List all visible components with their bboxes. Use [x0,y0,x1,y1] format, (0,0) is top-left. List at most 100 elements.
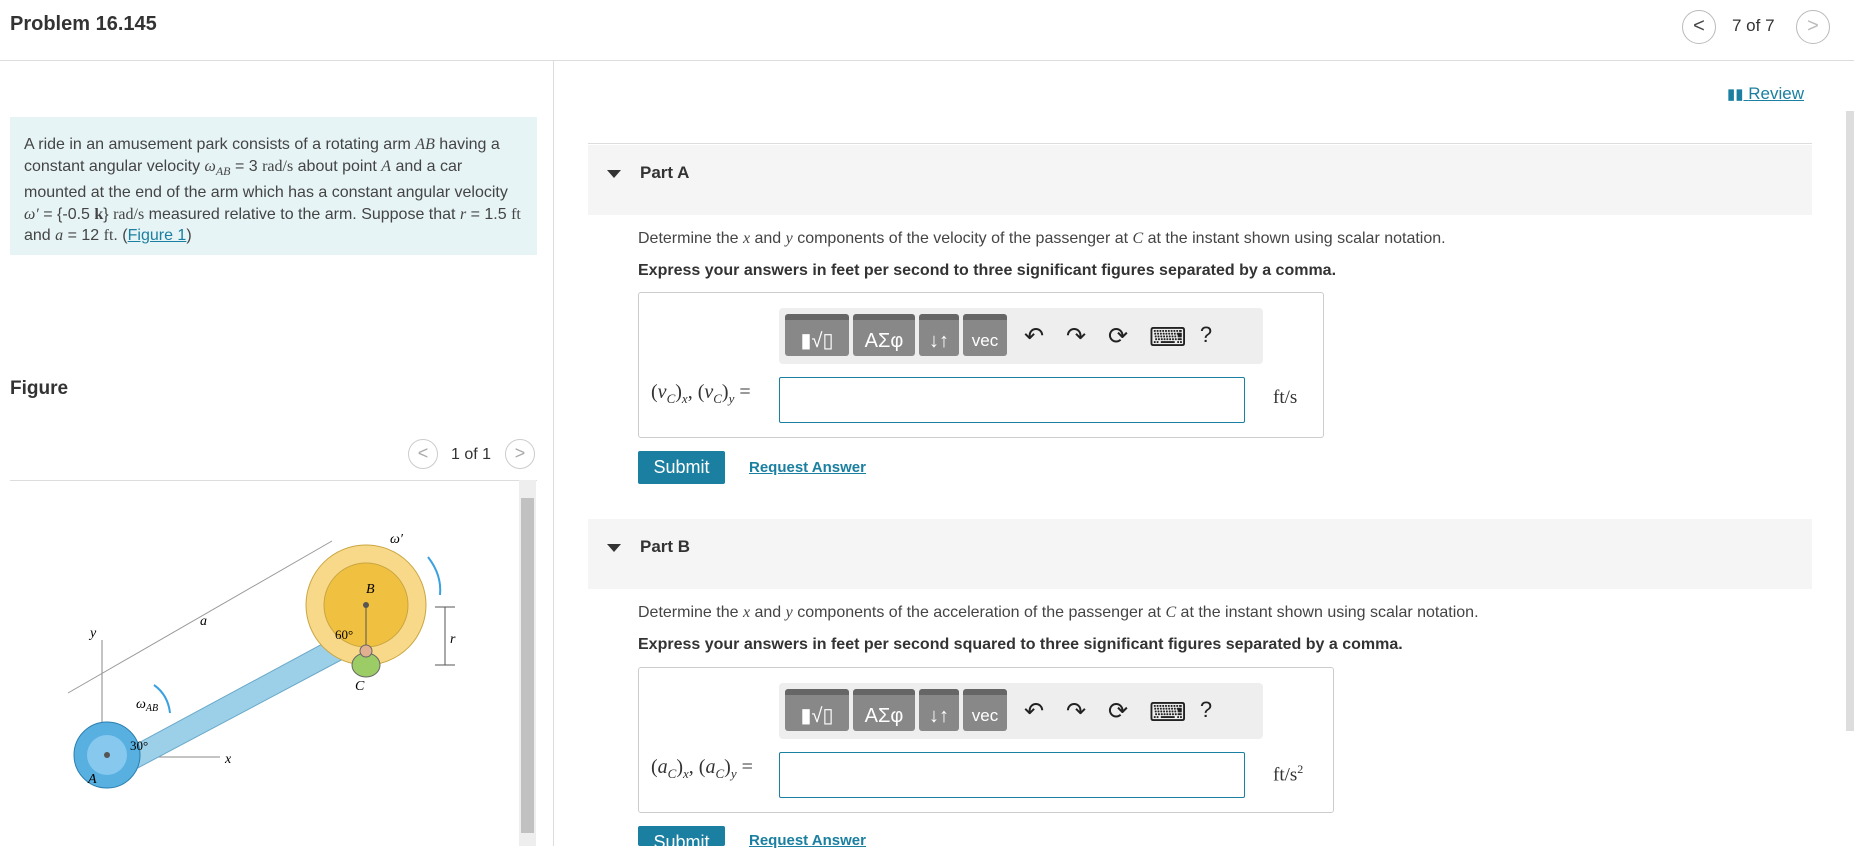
part-b-eq: = [736,756,753,778]
problem-text: = 3 [230,157,263,175]
part-b-var-c: C [1165,604,1177,621]
part-b-answer-label: (aC)x, (aC)y = [651,756,753,781]
math-toolbar: ▮√▯ ΑΣφ ↓↑ vec ↶ ↷ ⟳ ⌨ ? [779,683,1263,739]
problem-text: . ( [113,227,128,245]
unit-ft: ft [511,205,521,223]
part-b-title: Part B [640,537,691,556]
part-b-answer-input[interactable] [779,752,1245,798]
figure-divider [10,480,537,481]
var-a-point: A [381,157,392,175]
part-a-v: v [657,381,667,403]
label-omega-ab-symbol: ω [136,697,146,712]
undo-icon[interactable]: ↶ [1019,697,1049,726]
label-point-c: C [355,679,365,694]
var-a: a [55,227,64,245]
part-b-sub: C [667,766,677,781]
unit-vector-k: k [94,205,104,223]
templates-button[interactable]: ▮√▯ [785,314,849,356]
figure-prev-button[interactable]: < [408,439,438,469]
label-point-a: A [87,772,97,787]
redo-icon[interactable]: ↷ [1061,697,1091,726]
problem-statement: A ride in an amusement park consists of … [10,117,537,255]
undo-icon[interactable]: ↶ [1019,322,1049,351]
right-scrollbar[interactable] [1846,111,1854,731]
keyboard-icon[interactable]: ⌨ [1149,697,1187,728]
hub-a-pivot [104,752,110,758]
part-b-a: a [657,756,668,778]
prev-problem-button[interactable]: < [1682,10,1716,44]
part-b-request-answer-link[interactable]: Request Answer [749,832,866,849]
part-b-a2: a [705,756,716,778]
problem-text: } [103,205,114,223]
label-x: x [224,752,232,767]
problem-text: A ride in an amusement park consists of … [24,136,416,153]
part-b-instruction: Express your answers in feet per second … [638,636,1403,653]
part-a-var-c: C [1132,230,1144,247]
unit-ft: ft [103,227,114,245]
var-omega-prime: ω′ [24,205,39,223]
collapse-icon [607,544,621,552]
part-a-eq: = [734,381,751,403]
header: Problem 16.145 < 7 of 7 > [0,0,1854,61]
label-angle-30: 30° [130,738,148,753]
part-b-q3: components of the acceleration of the pa… [792,604,1166,621]
content-divider [588,143,1812,144]
unit-rads: rad/s [262,157,294,175]
problem-text: = {-0.5 [38,205,95,223]
figure-link[interactable]: Figure 1 [128,227,187,244]
part-a-sub: C [666,391,676,406]
label-omega-prime: ω′ [390,532,404,547]
reset-icon[interactable]: ⟳ [1103,322,1133,351]
part-a-var-x: x [742,230,751,247]
greek-button[interactable]: ΑΣφ [853,314,915,356]
unit-rads: rad/s [113,205,145,223]
part-b-submit-button[interactable]: Submit [638,826,725,846]
part-a-sub-x: x [681,391,688,406]
passenger-head [359,644,373,658]
part-a-answer-input[interactable] [779,377,1245,423]
vec-button[interactable]: vec [963,689,1007,731]
book-icon: ▮▮ [1727,86,1744,103]
vec-button[interactable]: vec [963,314,1007,356]
problem-text: ) [186,227,192,245]
problem-text: measured relative to the arm. Suppose th… [144,205,460,223]
part-b-header[interactable]: Part B [588,519,1812,589]
greek-button[interactable]: ΑΣφ [853,689,915,731]
problem-text: = 12 [63,227,104,245]
help-icon[interactable]: ? [1191,322,1221,348]
reset-icon[interactable]: ⟳ [1103,697,1133,726]
part-b-q2: and [750,604,786,621]
arrows-button[interactable]: ↓↑ [919,314,959,356]
problem-pager: 7 of 7 [1732,16,1775,35]
figure-heading: Figure [10,378,69,399]
part-b-var-x: x [742,604,751,621]
label-omega-ab: ωAB [136,697,158,714]
figure-next-button[interactable]: > [505,439,535,469]
templates-button[interactable]: ▮√▯ [785,689,849,731]
keyboard-icon[interactable]: ⌨ [1149,322,1187,353]
part-a-answer-label: (vC)x, (vC)y = [651,381,751,406]
arrows-button[interactable]: ↓↑ [919,689,959,731]
help-icon[interactable]: ? [1191,697,1221,723]
part-b-q4: at the instant shown using scalar notati… [1176,604,1479,621]
part-a-request-answer-link[interactable]: Request Answer [749,459,866,476]
part-b-q1: Determine the [638,604,743,621]
redo-icon[interactable]: ↷ [1061,322,1091,351]
problem-text: and [24,227,56,245]
review-link[interactable]: ▮▮ Review [1727,84,1804,104]
label-omega-ab-sub: AB [145,703,158,714]
part-a-q3: components of the velocity of the passen… [792,230,1133,247]
part-a-question: Determine the x and y components of the … [638,230,1446,248]
part-a-title: Part A [640,163,690,182]
part-b-answer-box: ▮√▯ ΑΣφ ↓↑ vec ↶ ↷ ⟳ ⌨ ? (aC)x, (aC)y = … [638,667,1334,813]
figure-scrollbar-thumb[interactable] [521,498,534,833]
figure-scrollbar[interactable] [519,480,536,846]
next-problem-button[interactable]: > [1796,10,1830,44]
part-a-header[interactable]: Part A [588,145,1812,215]
part-b-unit-base: ft/s [1273,764,1298,786]
part-a-submit-button[interactable]: Submit [638,451,725,484]
part-b-sub-x: x [683,766,689,781]
part-a-q2: and [750,230,786,247]
part-a-v2: v [704,381,714,403]
var-ab: AB [415,136,435,153]
